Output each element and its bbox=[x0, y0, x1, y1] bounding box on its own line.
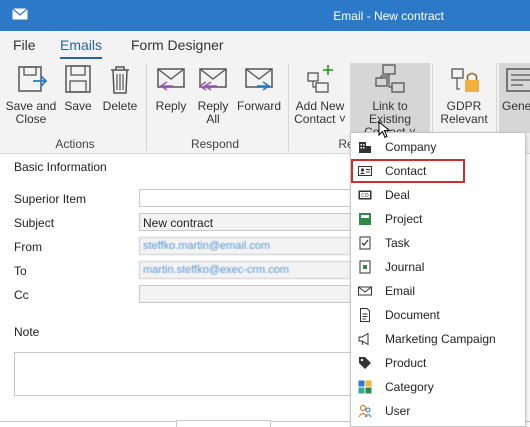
dropdown-item-product[interactable]: Product bbox=[351, 351, 527, 375]
project-icon bbox=[359, 213, 371, 225]
dropdown-item-journal[interactable]: Journal bbox=[351, 255, 527, 279]
bottom-tab[interactable] bbox=[176, 420, 271, 427]
note-label: Note bbox=[14, 325, 40, 339]
from-field[interactable]: steffko.martin@email.com bbox=[139, 237, 379, 255]
dropdown-item-project[interactable]: Project bbox=[351, 207, 527, 231]
user-icon bbox=[358, 404, 372, 418]
company-icon bbox=[359, 142, 371, 153]
dropdown-item-document[interactable]: Document bbox=[351, 303, 527, 327]
dropdown-item-label: Project bbox=[385, 212, 423, 226]
tab-form-designer[interactable]: Form Designer bbox=[131, 37, 224, 53]
dropdown-item-user[interactable]: User bbox=[351, 399, 527, 423]
add-new-contact-label: Add New Contact ˅ bbox=[294, 99, 346, 126]
category-icon bbox=[358, 380, 372, 394]
dropdown-item-contact[interactable]: Contact bbox=[351, 159, 465, 183]
reply-all-label: Reply All bbox=[197, 99, 229, 126]
reply-button[interactable]: Reply bbox=[150, 63, 192, 133]
dropdown-item-label: Company bbox=[385, 140, 437, 154]
dropdown-item-label: User bbox=[385, 404, 411, 418]
dropdown-item-label: Contact bbox=[385, 164, 427, 178]
forward-button[interactable]: Forward bbox=[236, 63, 282, 133]
group-label-respond: Respond bbox=[190, 137, 240, 151]
dropdown-item-label: Category bbox=[385, 380, 434, 394]
superior-item-label: Superior Item bbox=[14, 192, 87, 206]
forward-icon bbox=[245, 68, 273, 91]
to-label: To bbox=[14, 264, 27, 278]
forward-label: Forward bbox=[236, 99, 281, 113]
deal-icon: CO bbox=[358, 190, 372, 200]
dropdown-item-task[interactable]: Task bbox=[351, 231, 527, 255]
dropdown-item-deal[interactable]: CO Deal bbox=[351, 183, 527, 207]
dropdown-item-email[interactable]: Email bbox=[351, 279, 527, 303]
title-bar: Email - New contract bbox=[0, 0, 530, 31]
menu-bar: File Emails Form Designer bbox=[0, 31, 530, 59]
cc-field[interactable] bbox=[139, 285, 379, 303]
add-new-contact-button[interactable]: Add New Contact ˅ bbox=[292, 63, 348, 133]
cc-label: Cc bbox=[14, 288, 29, 302]
to-field[interactable]: martin.steffko@exec-crm.com bbox=[139, 261, 379, 279]
save-and-close-icon bbox=[18, 66, 48, 92]
link-existing-contact-icon bbox=[375, 64, 405, 93]
save-label: Save bbox=[64, 99, 92, 113]
gdpr-lock-icon bbox=[451, 68, 479, 92]
general-button[interactable]: Gener bbox=[499, 63, 530, 133]
journal-icon bbox=[359, 260, 371, 274]
general-icon bbox=[506, 68, 530, 92]
link-contact-dropdown: Company Contact CO Deal Project Task Jou… bbox=[350, 132, 526, 427]
reply-label: Reply bbox=[155, 99, 187, 113]
dropdown-item-label: Deal bbox=[385, 188, 410, 202]
dropdown-item-label: Email bbox=[385, 284, 416, 298]
mouse-cursor-icon bbox=[378, 121, 391, 139]
delete-label: Delete bbox=[102, 99, 138, 113]
subject-field[interactable]: New contract bbox=[139, 213, 379, 231]
from-label: From bbox=[14, 240, 42, 254]
dropdown-item-label: Product bbox=[385, 356, 427, 370]
reply-all-button[interactable]: Reply All bbox=[194, 63, 232, 133]
dropdown-item-label: Marketing Campaign bbox=[385, 332, 496, 346]
save-and-close-button[interactable]: Save and Close bbox=[4, 63, 58, 133]
general-label: Gener bbox=[502, 99, 530, 113]
tab-file[interactable]: File bbox=[13, 37, 36, 53]
superior-item-field[interactable] bbox=[139, 189, 379, 207]
add-new-contact-icon bbox=[307, 65, 333, 93]
dropdown-item-label: Journal bbox=[385, 260, 425, 274]
save-button[interactable]: Save bbox=[60, 63, 96, 133]
group-label-actions: Actions bbox=[55, 137, 95, 151]
dropdown-item-label: Task bbox=[385, 236, 410, 250]
tab-emails[interactable]: Emails bbox=[60, 37, 103, 59]
dropdown-item-category[interactable]: Category bbox=[351, 375, 527, 399]
svg-text:CO: CO bbox=[361, 193, 368, 199]
task-icon bbox=[359, 236, 371, 250]
marketing-campaign-icon bbox=[358, 332, 369, 346]
gdpr-relevant-button[interactable]: GDPR Relevant bbox=[436, 63, 492, 133]
document-icon bbox=[360, 308, 370, 322]
product-icon bbox=[359, 357, 371, 369]
note-field[interactable] bbox=[14, 352, 354, 396]
window-title: Email - New contract bbox=[333, 9, 444, 23]
save-icon bbox=[65, 65, 91, 93]
save-and-close-label: Save and Close bbox=[5, 99, 57, 126]
email-icon bbox=[358, 286, 372, 296]
delete-button[interactable]: Delete bbox=[100, 63, 140, 133]
reply-icon bbox=[157, 68, 185, 91]
dropdown-item-marketing-campaign[interactable]: Marketing Campaign bbox=[351, 327, 527, 351]
contact-icon bbox=[358, 166, 372, 176]
reply-all-icon bbox=[198, 68, 227, 91]
ribbon-separator bbox=[146, 63, 147, 151]
ribbon-separator bbox=[288, 63, 289, 151]
subject-label: Subject bbox=[14, 216, 55, 230]
gdpr-relevant-label: GDPR Relevant bbox=[440, 99, 488, 126]
section-title-basic-information: Basic Information bbox=[14, 160, 107, 174]
dropdown-item-label: Document bbox=[385, 308, 440, 322]
trash-icon bbox=[111, 66, 129, 94]
